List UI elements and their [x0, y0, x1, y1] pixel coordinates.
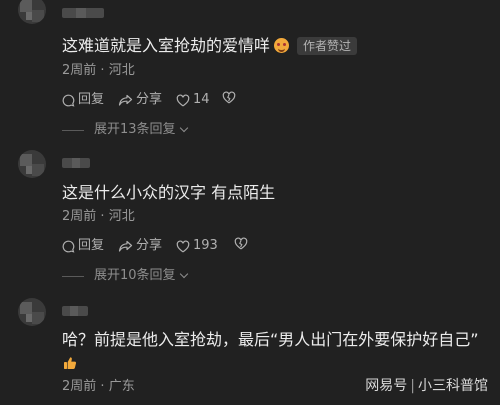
dislike-button[interactable] — [222, 91, 236, 104]
expand-replies-button[interactable]: 展开10条回复 — [62, 268, 188, 284]
author-liked-badge: 作者赞过 — [297, 37, 358, 55]
comment-text: 哈？前提是他入室抢劫，最后“男人出门在外要保护好自己” — [62, 330, 479, 350]
share-button[interactable]: 分享 — [118, 237, 162, 255]
like-button[interactable]: 14 — [176, 91, 210, 109]
comment-body: 哈？前提是他入室抢劫，最后“男人出门在外要保护好自己” — [62, 330, 479, 349]
share-arrow-icon — [118, 94, 133, 106]
username-redacted[interactable] — [62, 8, 104, 18]
dislike-button[interactable] — [234, 237, 248, 250]
reply-button[interactable]: 回复 — [62, 91, 104, 109]
comment-time: 2周前 — [62, 379, 97, 394]
expand-replies-label: 展开13条回复 — [94, 122, 176, 137]
avatar[interactable] — [18, 150, 46, 178]
divider-line — [62, 275, 84, 277]
comment-meta: 2周前 · 河北 — [62, 209, 135, 225]
expand-replies-button[interactable]: 展开13条回复 — [62, 122, 188, 138]
reply-button[interactable]: 回复 — [62, 237, 104, 255]
watermark-account: 小三科普馆 — [418, 378, 488, 394]
comment-meta: 2周前 · 河北 — [62, 63, 135, 79]
watermark-separator: | — [410, 378, 415, 394]
chevron-down-icon — [179, 269, 188, 279]
divider-line — [62, 129, 84, 131]
chevron-down-icon — [179, 123, 188, 133]
share-label: 分享 — [136, 92, 163, 107]
comment-location: 河北 — [108, 63, 135, 78]
reply-label: 回复 — [78, 238, 105, 253]
comment-location: 河北 — [108, 209, 135, 224]
heart-icon — [176, 94, 190, 107]
comment-meta: 2周前 · 广东 — [62, 379, 135, 395]
username-redacted[interactable] — [62, 306, 88, 316]
like-button[interactable]: 193 — [176, 237, 218, 255]
meta-separator: · — [100, 209, 105, 224]
thumbs-up-emoji-icon — [64, 357, 77, 369]
heart-icon — [176, 240, 190, 253]
broken-heart-icon — [222, 91, 236, 104]
like-count: 193 — [193, 238, 218, 253]
comment-location: 广东 — [108, 379, 135, 394]
reply-label: 回复 — [78, 92, 105, 107]
share-button[interactable]: 分享 — [118, 91, 162, 109]
share-arrow-icon — [118, 240, 133, 252]
comment-body: 这难道就是入室抢劫的爱情咩 — [62, 36, 271, 55]
share-label: 分享 — [136, 238, 163, 253]
avatar[interactable] — [18, 0, 46, 24]
comment-text: 这是什么小众的汉字 有点陌生 — [62, 183, 275, 203]
watermark-platform: 网易号 — [365, 378, 408, 394]
avatar[interactable] — [18, 298, 46, 326]
expand-replies-label: 展开10条回复 — [94, 268, 176, 283]
like-count: 14 — [193, 92, 210, 107]
comment-text: 这难道就是入室抢劫的爱情咩 作者赞过 — [62, 36, 358, 56]
meta-separator: · — [100, 379, 105, 394]
meta-separator: · — [100, 63, 105, 78]
chat-bubble-icon — [62, 240, 75, 253]
username-redacted[interactable] — [62, 158, 90, 168]
comment-body: 这是什么小众的汉字 有点陌生 — [62, 183, 276, 202]
star-struck-emoji-icon — [274, 38, 290, 53]
comment-time: 2周前 — [62, 209, 97, 224]
comment-time: 2周前 — [62, 63, 97, 78]
chat-bubble-icon — [62, 94, 75, 107]
broken-heart-icon — [234, 237, 248, 250]
watermark: 网易号 | 小三科普馆 — [365, 375, 488, 395]
